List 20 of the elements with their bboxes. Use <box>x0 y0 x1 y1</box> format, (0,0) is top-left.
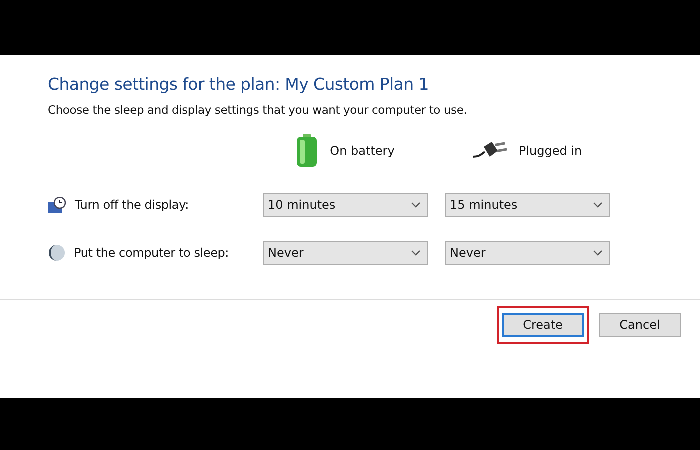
dropdown[interactable]: 10 minutes <box>263 193 428 217</box>
battery-icon <box>296 134 318 168</box>
chevron-down-icon <box>411 250 421 256</box>
column-header: On battery <box>330 144 395 158</box>
page-title: Change settings for the plan: My Custom Plan 1 <box>48 75 430 94</box>
monitor-clock-icon <box>48 196 67 214</box>
column-header: Plugged in <box>518 144 582 158</box>
dialog-button[interactable]: Create <box>502 313 584 337</box>
plug-icon <box>472 141 507 161</box>
moon-icon <box>48 244 66 262</box>
description-text: Choose the sleep and display settings that you want your computer to use. <box>48 103 468 117</box>
setting-label: Turn off the display: <box>75 198 189 212</box>
chevron-down-icon <box>593 250 603 256</box>
dialog-button[interactable]: Cancel <box>599 313 681 337</box>
dropdown[interactable]: Never <box>445 241 610 265</box>
dropdown[interactable]: 15 minutes <box>445 193 610 217</box>
setting-label: Put the computer to sleep: <box>74 246 230 260</box>
dropdown[interactable]: Never <box>263 241 428 265</box>
chevron-down-icon <box>593 202 603 208</box>
chevron-down-icon <box>411 202 421 208</box>
